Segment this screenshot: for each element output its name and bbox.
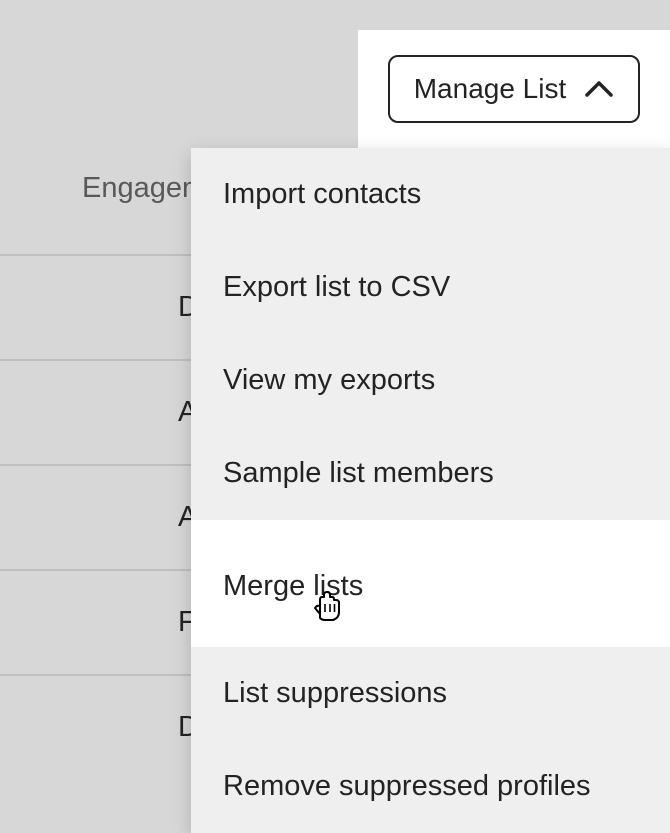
manage-list-label: Manage List <box>414 73 567 105</box>
dropdown-item-list-suppressions[interactable]: List suppressions <box>191 647 670 740</box>
dropdown-item-export-list-to-csv[interactable]: Export list to CSV <box>191 241 670 334</box>
manage-list-button-wrapper: Manage List <box>358 30 670 148</box>
dropdown-item-import-contacts[interactable]: Import contacts <box>191 148 670 241</box>
chevron-up-icon <box>584 80 614 98</box>
dropdown-item-merge-lists[interactable]: Merge lists <box>191 520 670 647</box>
manage-list-button[interactable]: Manage List <box>388 55 641 123</box>
dropdown-item-sample-list-members[interactable]: Sample list members <box>191 427 670 520</box>
dropdown-item-remove-suppressed-profiles[interactable]: Remove suppressed profiles <box>191 740 670 833</box>
dropdown-item-view-my-exports[interactable]: View my exports <box>191 334 670 427</box>
manage-list-dropdown: Import contactsExport list to CSVView my… <box>191 148 670 833</box>
